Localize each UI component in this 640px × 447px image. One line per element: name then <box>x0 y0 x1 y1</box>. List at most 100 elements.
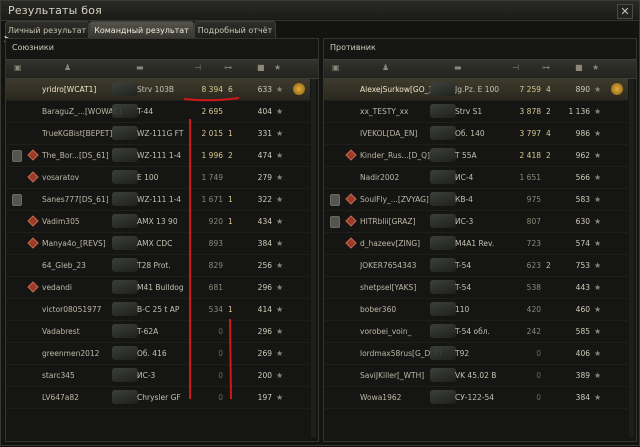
player-row[interactable]: vedandi M41 Bulldog 681 296 ★ <box>6 277 310 299</box>
star-icon: ★ <box>276 173 284 182</box>
damage-value: 920 <box>208 217 223 226</box>
damage-icon[interactable]: ⊣ <box>512 63 519 72</box>
player-row[interactable]: vorobei_voin_ T-54 обл. 242 585 ★ <box>324 321 628 343</box>
tab-detailed-report[interactable]: Подробный отчёт <box>194 21 276 39</box>
tab-personal-result[interactable]: Личный результат <box>5 21 89 39</box>
player-row[interactable]: Wowa1962 СУ-122-54 0 384 ★ <box>324 387 628 409</box>
player-row[interactable]: Sanes777[DS_61] WZ-111 1-4 1 671 1 322 ★ <box>6 189 310 211</box>
player-row[interactable]: d_hazeev[ZING] M4A1 Rev. 723 574 ★ <box>324 233 628 255</box>
player-row[interactable]: lordmax58rus[G_D_7] T92 0 406 ★ <box>324 343 628 365</box>
tank-icon[interactable]: ▬ <box>454 63 462 72</box>
xp-icon[interactable]: ■ <box>257 63 265 72</box>
xp-value: 1 136 <box>568 107 590 116</box>
tank-name: B-C 25 t AP <box>137 305 180 314</box>
player-row[interactable]: LV647a82 Chrysler GF 0 197 ★ <box>6 387 310 409</box>
player-icon[interactable]: ♟ <box>382 63 389 72</box>
platoon-icon[interactable]: ▣ <box>14 63 22 72</box>
tank-image <box>112 104 138 118</box>
player-row[interactable]: starc345 ИС-3 0 200 ★ <box>6 365 310 387</box>
damage-value: 420 <box>526 305 541 314</box>
enemies-title: Противник <box>330 43 376 52</box>
player-row[interactable]: Vadabrest T-62A 0 296 ★ <box>6 321 310 343</box>
star-icon: ★ <box>594 283 602 292</box>
player-row[interactable]: Vadim305 AMX 13 90 920 1 434 ★ <box>6 211 310 233</box>
tab-team-result[interactable]: Командный результат <box>89 21 194 39</box>
star-icon: ★ <box>276 283 284 292</box>
tank-icon[interactable]: ▬ <box>136 63 144 72</box>
allies-scrollbar[interactable] <box>311 79 316 437</box>
close-icon[interactable]: ✕ <box>617 4 633 19</box>
tank-image <box>112 82 138 96</box>
medal-icon <box>611 83 623 95</box>
star-icon: ★ <box>594 261 602 270</box>
xp-value: 406 <box>575 349 590 358</box>
kills-value: 2 <box>546 107 551 116</box>
player-row[interactable]: SoulFly_...[ZVYAG] КВ-4 975 583 ★ <box>324 189 628 211</box>
kills-icon[interactable]: ⊶ <box>542 63 550 72</box>
tank-image <box>430 82 456 96</box>
player-row[interactable]: IVEKOL[DA_EN] Об. 140 3 797 4 986 ★ <box>324 123 628 145</box>
player-row[interactable]: TrueKGBist[BEPET] WZ-111G FT 2 015 1 331 ★ <box>6 123 310 145</box>
star-icon[interactable]: ★ <box>274 63 281 72</box>
xp-value: 404 <box>257 107 272 116</box>
star-icon: ★ <box>276 327 284 336</box>
player-row[interactable]: yridro[WCAT1] Strv 103B 8 394 6 633 ★ <box>6 79 310 101</box>
tank-name: M41 Bulldog <box>137 283 184 292</box>
tank-image <box>112 192 138 206</box>
player-row[interactable]: Nadir2002 ИС-4 1 651 566 ★ <box>324 167 628 189</box>
player-row[interactable]: The_Bor...[DS_61] WZ-111 1-4 1 996 2 474 ★ <box>6 145 310 167</box>
player-row[interactable]: shetpsel[YAKS] T-54 538 443 ★ <box>324 277 628 299</box>
player-row[interactable]: HITRblii[GRAZ] ИС-3 807 630 ★ <box>324 211 628 233</box>
damage-value: 242 <box>526 327 541 336</box>
tank-name: T92 <box>455 349 470 358</box>
platoon-badge-icon <box>330 194 340 206</box>
tank-image <box>112 280 138 294</box>
player-row[interactable]: Manya4o_[REVS] AMX CDC 893 384 ★ <box>6 233 310 255</box>
tank-name: E 100 <box>137 173 159 182</box>
player-row[interactable]: 64_Gleb_23 T28 Prot. 829 256 ★ <box>6 255 310 277</box>
kills-value: 6 <box>228 85 233 94</box>
damage-value: 3 797 <box>519 129 541 138</box>
player-row[interactable]: AlexejSurkow[GO_] Jg.Pz. E 100 7 259 4 890 ★ <box>324 79 628 101</box>
kills-value: 1 <box>228 195 233 204</box>
tank-name: T 55A <box>455 151 477 160</box>
player-row[interactable]: BaraguZ_...[WOWAC] T-44 2 695 404 ★ <box>6 101 310 123</box>
tank-name: Chrysler GF <box>137 393 181 402</box>
player-row[interactable]: Kinder_Rus...[D_Q] T 55A 2 418 2 962 ★ <box>324 145 628 167</box>
tank-image <box>112 148 138 162</box>
xp-value: 474 <box>257 151 272 160</box>
player-row[interactable]: bober360 110 420 460 ★ <box>324 299 628 321</box>
squad-diamond-icon <box>345 149 357 161</box>
xp-value: 583 <box>575 195 590 204</box>
star-icon: ★ <box>594 327 602 336</box>
star-icon: ★ <box>276 129 284 138</box>
enemies-scrollbar[interactable] <box>629 79 634 437</box>
tank-image <box>430 324 456 338</box>
tank-image <box>112 214 138 228</box>
tank-name: ИС-3 <box>455 217 474 226</box>
damage-value: 829 <box>208 261 223 270</box>
star-icon[interactable]: ★ <box>592 63 599 72</box>
xp-icon[interactable]: ■ <box>575 63 583 72</box>
star-icon: ★ <box>276 151 284 160</box>
tank-image <box>430 258 456 272</box>
window-title: Результаты боя <box>8 4 102 17</box>
damage-value: 681 <box>208 283 223 292</box>
player-row[interactable]: JOKER7654343 T-54 623 2 753 ★ <box>324 255 628 277</box>
player-row[interactable]: xx_TESTY_xx Strv S1 3 878 2 1 136 ★ <box>324 101 628 123</box>
xp-value: 962 <box>575 151 590 160</box>
platoon-icon[interactable]: ▣ <box>332 63 340 72</box>
player-row[interactable]: victor08051977 B-C 25 t AP 534 1 414 ★ <box>6 299 310 321</box>
damage-icon[interactable]: ⊣ <box>194 63 201 72</box>
xp-value: 389 <box>575 371 590 380</box>
tank-name: Jg.Pz. E 100 <box>455 85 500 94</box>
player-icon[interactable]: ♟ <box>64 63 71 72</box>
kills-icon[interactable]: ⊶ <box>224 63 232 72</box>
tank-name: T-54 <box>455 283 472 292</box>
player-row[interactable]: vosaratov E 100 1 749 279 ★ <box>6 167 310 189</box>
tank-image <box>112 390 138 404</box>
tank-image <box>430 104 456 118</box>
player-row[interactable]: greenmen2012 Об. 416 0 269 ★ <box>6 343 310 365</box>
player-row[interactable]: SaviJKiller[_WTH] VK 45.02 B 0 389 ★ <box>324 365 628 387</box>
damage-value: 893 <box>208 239 223 248</box>
